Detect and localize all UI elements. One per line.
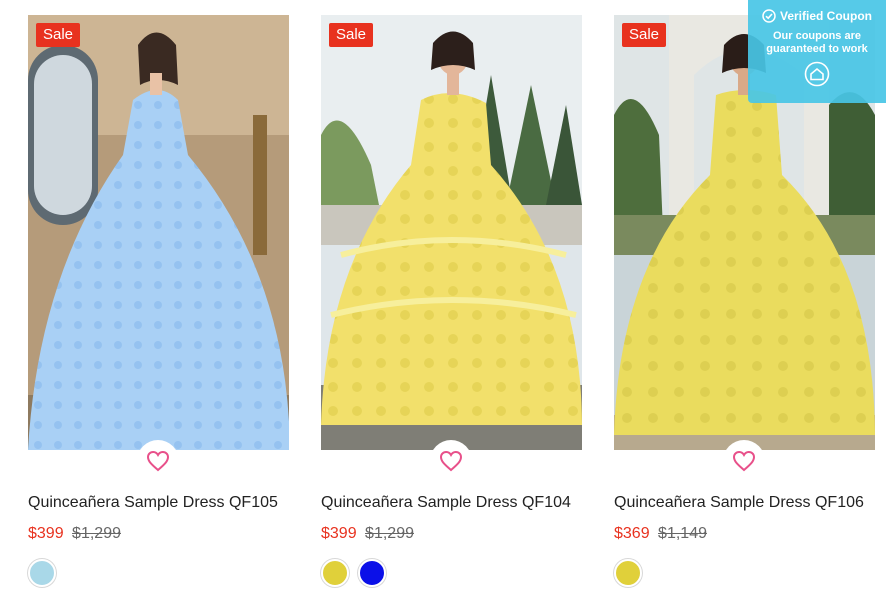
original-price: $1,299 (365, 525, 414, 542)
sale-price: $369 (614, 525, 650, 542)
product-title[interactable]: Quinceañera Sample Dress QF105 (28, 494, 298, 512)
wishlist-button[interactable] (723, 440, 765, 482)
color-swatch-royal-blue[interactable] (358, 559, 386, 587)
color-swatch-light-blue[interactable] (28, 559, 56, 587)
original-price: $1,299 (72, 525, 121, 542)
heart-icon (439, 450, 463, 472)
heart-icon (732, 450, 756, 472)
product-card[interactable]: Sale Quinceañera Sample Dress QF104 $399… (321, 15, 582, 587)
color-swatches (614, 559, 642, 587)
color-swatch-yellow[interactable] (321, 559, 349, 587)
product-card[interactable]: Sale Quinceañera Sample Dress QF105 $399… (28, 15, 289, 587)
sale-price: $399 (321, 525, 357, 542)
product-title[interactable]: Quinceañera Sample Dress QF104 (321, 494, 591, 512)
wishlist-button[interactable] (430, 440, 472, 482)
sale-badge: Sale (329, 23, 374, 47)
sale-price: $399 (28, 525, 64, 542)
color-swatches (321, 559, 386, 587)
product-image[interactable]: Sale (28, 15, 289, 450)
coupon-description: Our coupons are guaranteed to work (766, 30, 868, 55)
price-row: $399 $1,299 (28, 525, 121, 543)
sale-badge: Sale (36, 23, 81, 47)
price-row: $369 $1,149 (614, 525, 707, 543)
wishlist-button[interactable] (137, 440, 179, 482)
coupon-title: Verified Coupon (779, 9, 872, 23)
coupon-header: Verified Coupon (748, 9, 886, 23)
verified-coupon-widget[interactable]: Verified Coupon Our coupons are guarante… (748, 0, 886, 103)
heart-icon (146, 450, 170, 472)
original-price: $1,149 (658, 525, 707, 542)
product-title[interactable]: Quinceañera Sample Dress QF106 (614, 494, 884, 512)
check-circle-icon (762, 9, 776, 23)
product-image[interactable]: Sale (321, 15, 582, 450)
color-swatches (28, 559, 56, 587)
price-row: $399 $1,299 (321, 525, 414, 543)
sale-badge: Sale (622, 23, 667, 47)
house-logo-icon (804, 61, 830, 87)
color-swatch-yellow[interactable] (614, 559, 642, 587)
coupon-logo (748, 61, 886, 92)
